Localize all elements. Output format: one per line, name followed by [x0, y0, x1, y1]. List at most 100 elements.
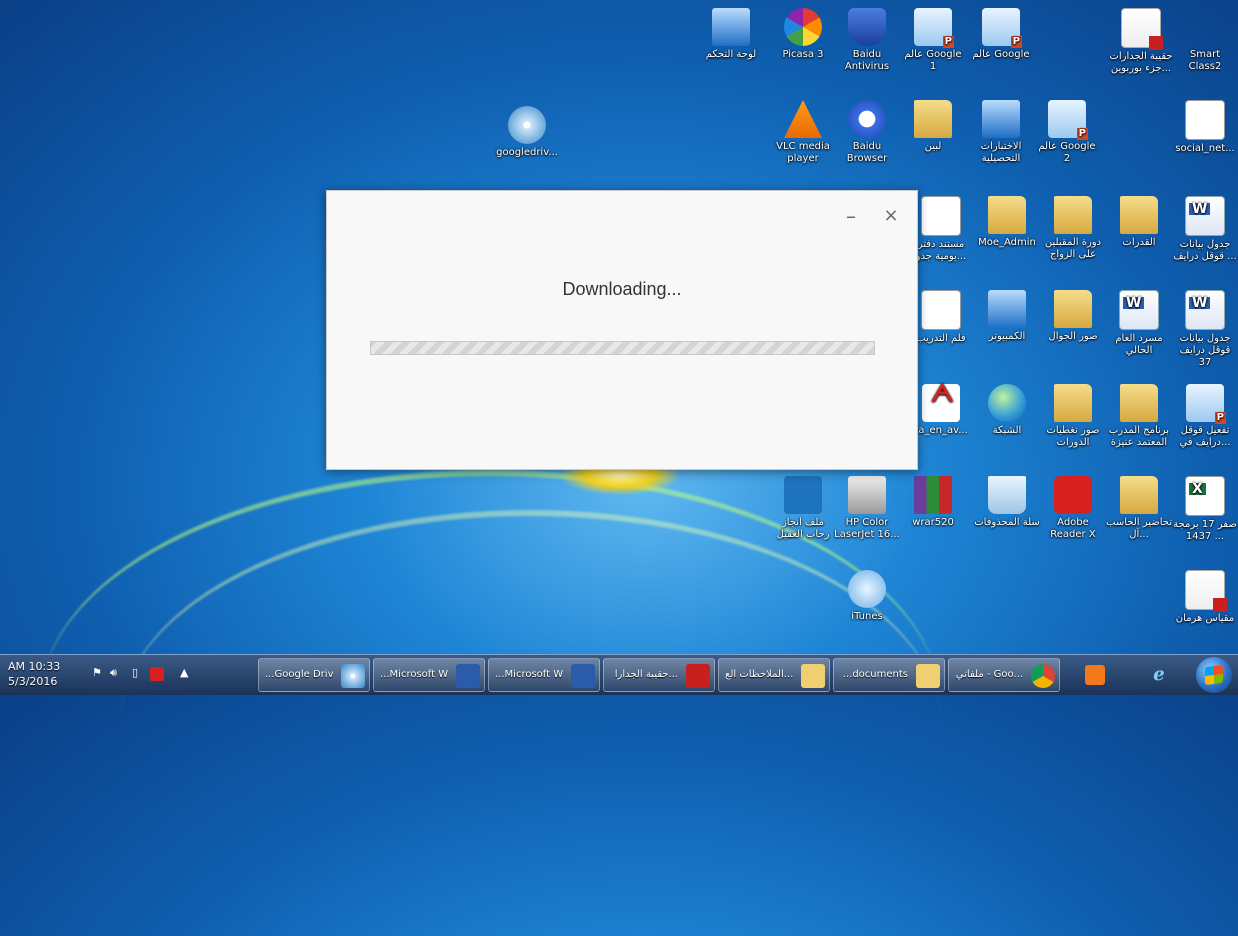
tile-icon: [784, 476, 822, 514]
desktop-icon[interactable]: Adobe Reader X: [1040, 476, 1106, 541]
winrar-icon: [914, 476, 952, 514]
desktop-icon[interactable]: مسرد العام الحالي: [1106, 290, 1172, 357]
taskbar-item[interactable]: ملفاتي - Goo...: [948, 658, 1060, 692]
desktop-icon[interactable]: مقياس هرمان: [1172, 570, 1238, 625]
desktop-icon[interactable]: صور الجوال: [1040, 290, 1106, 343]
desktop-icon[interactable]: googledriv...: [494, 106, 560, 159]
internet-explorer-pin[interactable]: ℯ: [1142, 658, 1176, 692]
avira-tray-icon[interactable]: [150, 667, 164, 681]
control-panel-icon: [712, 8, 750, 46]
desktop-icon[interactable]: عالم Google 2: [1034, 100, 1100, 165]
folder-icon: [914, 100, 952, 138]
cd-icon: [508, 106, 546, 144]
desktop-icon[interactable]: لبين: [900, 100, 966, 153]
folder-icon: [916, 664, 940, 688]
folder-icon: [1120, 476, 1158, 514]
desktop-icon[interactable]: سلة المحذوفات: [974, 476, 1040, 529]
document-icon: [982, 100, 1020, 138]
desktop-icon[interactable]: Picasa 3: [770, 8, 836, 61]
cd-icon: [341, 664, 365, 688]
pdf-icon: [1121, 8, 1163, 50]
desktop-icon[interactable]: حقيبة الجدارات ...جزء بوربوين: [1108, 8, 1174, 75]
folder-icon: [1054, 290, 1092, 328]
desktop-icon[interactable]: صور تغطيات الدورات: [1040, 384, 1106, 449]
system-tray: AM 10:33 5/3/2016 ⚑ 🔊︎ ▯ ▲: [0, 655, 210, 695]
document-icon: [921, 196, 961, 236]
start-button[interactable]: [1196, 657, 1232, 693]
download-progress-bar: [370, 341, 875, 355]
download-dialog: – × Downloading...: [326, 190, 918, 470]
minimize-button[interactable]: –: [839, 205, 863, 229]
folder-icon: [1120, 196, 1158, 234]
desktop-icon[interactable]: صفر 17 برمجة 1437 ...: [1172, 476, 1238, 543]
clock[interactable]: AM 10:33 5/3/2016: [8, 659, 60, 689]
pdf-icon: [686, 664, 710, 688]
desktop-icon[interactable]: Smart Class2: [1172, 8, 1238, 73]
taskbar-item[interactable]: حقيبة الجدارا...: [603, 658, 715, 692]
folder-icon: [1186, 8, 1224, 46]
desktop-icon[interactable]: جدول بيانات قوقل درايف ...: [1172, 196, 1238, 263]
desktop-icon[interactable]: تحاضير الحاسب آل...: [1106, 476, 1172, 541]
excel-icon: [1185, 476, 1225, 516]
adobe-icon: [1054, 476, 1092, 514]
video-icon: [921, 290, 961, 330]
word-icon: [1119, 290, 1159, 330]
taskbar-item[interactable]: الملاحظات الع...: [718, 658, 830, 692]
desktop-icon[interactable]: Baidu Antivirus: [834, 8, 900, 73]
battery-icon[interactable]: ▯: [132, 666, 138, 679]
desktop-icon[interactable]: عالم Google 1: [900, 8, 966, 73]
avira-icon: [922, 384, 960, 422]
recycle-bin-icon: [988, 476, 1026, 514]
show-hidden-icons-icon[interactable]: ▲: [180, 666, 188, 679]
desktop-icon[interactable]: تفعيل قوقل درايف في...: [1172, 384, 1238, 449]
taskbar-item[interactable]: ...Google Driv: [258, 658, 370, 692]
desktop-icon[interactable]: الشبكة: [974, 384, 1040, 437]
desktop-icon[interactable]: الاختبارات التحصيلية: [968, 100, 1034, 165]
desktop-icon[interactable]: VLC media player: [770, 100, 836, 165]
folder-icon: [1054, 384, 1092, 422]
desktop-icon[interactable]: الكمبيوتر: [974, 290, 1040, 343]
word-icon: [456, 664, 480, 688]
pdf-icon: [1185, 570, 1227, 612]
clock-date: 5/3/2016: [8, 675, 58, 688]
desktop-icon[interactable]: جدول بيانات قوقل درايف 37: [1172, 290, 1238, 369]
document-icon: [1185, 100, 1225, 140]
desktop-icon[interactable]: برنامج المدرب المعتمد عنيزة: [1106, 384, 1172, 449]
desktop-icon[interactable]: لوحة التحكم: [698, 8, 764, 61]
desktop-icon[interactable]: iTunes: [834, 570, 900, 623]
media-player-pin[interactable]: [1078, 658, 1112, 692]
desktop-icon[interactable]: Moe_Admin: [974, 196, 1040, 249]
powerpoint-icon: [914, 8, 954, 48]
folder-icon: [1120, 384, 1158, 422]
baidu-icon: [848, 100, 886, 138]
printer-icon: [848, 476, 886, 514]
volume-icon[interactable]: 🔊︎: [110, 666, 117, 680]
powerpoint-icon: [982, 8, 1022, 48]
desktop-icon[interactable]: HP Color LaserJet 16...: [834, 476, 900, 541]
desktop-icon[interactable]: wrar520: [900, 476, 966, 529]
itunes-icon: [848, 570, 886, 608]
shield-icon: [848, 8, 886, 46]
download-status: Downloading...: [562, 279, 682, 299]
folder-icon: [801, 664, 825, 688]
powerpoint-icon: [1186, 384, 1226, 424]
desktop-icon[interactable]: دورة المقبلين على الزواج: [1040, 196, 1106, 261]
close-button[interactable]: ×: [879, 205, 903, 229]
taskbar-item[interactable]: ...Microsoft W: [373, 658, 485, 692]
media-player-icon: [1085, 665, 1105, 685]
taskbar-item[interactable]: ...documents: [833, 658, 945, 692]
user-folder-icon: [988, 196, 1026, 234]
action-center-flag-icon[interactable]: ⚑: [92, 666, 102, 679]
desktop-icon[interactable]: Baidu Browser: [834, 100, 900, 165]
taskbar-item[interactable]: ...Microsoft W: [488, 658, 600, 692]
computer-icon: [988, 290, 1026, 328]
desktop-icon[interactable]: social_net...: [1172, 100, 1238, 155]
desktop-icon[interactable]: القدرات: [1106, 196, 1172, 249]
network-icon: [988, 384, 1026, 422]
desktop-icon[interactable]: ملف انجاز رحاب العقيل: [770, 476, 836, 541]
clock-time: AM 10:33: [8, 660, 61, 673]
taskbar: AM 10:33 5/3/2016 ⚑ 🔊︎ ▯ ▲ ...Google Dri…: [0, 654, 1238, 695]
chrome-icon: [1031, 664, 1055, 688]
desktop-icon[interactable]: عالم Google: [968, 8, 1034, 61]
internet-explorer-icon: ℯ: [1153, 664, 1165, 685]
